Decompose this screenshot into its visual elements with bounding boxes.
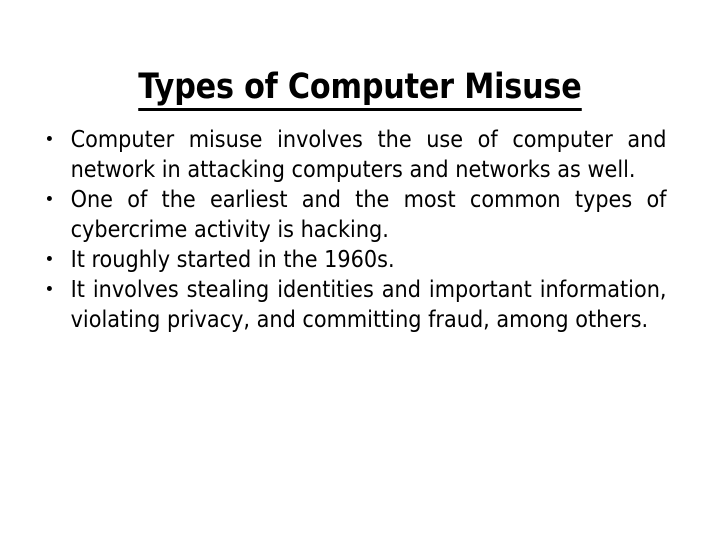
bullet-list: Computer misuse involves the use of comp… (44, 124, 676, 334)
page-title: Types of Computer Misuse (138, 69, 582, 112)
bullet-dot-icon (46, 196, 52, 201)
bullet-dot-icon (46, 286, 52, 291)
list-item: One of the earliest and the most common … (44, 184, 667, 244)
list-item-label: Computer misuse involves the use of comp… (70, 125, 667, 183)
list-item: Computer misuse involves the use of comp… (44, 124, 667, 184)
slide-body: Computer misuse involves the use of comp… (44, 124, 676, 334)
list-item: It roughly started in the 1960s. (44, 244, 667, 274)
list-item-label: It involves stealing identities and impo… (70, 275, 667, 333)
bullet-dot-icon (46, 256, 52, 261)
list-item-label: It roughly started in the 1960s. (70, 245, 395, 273)
list-item: It involves stealing identities and impo… (44, 274, 667, 334)
slide-canvas: Types of Computer Misuse Computer misuse… (0, 0, 720, 540)
bullet-dot-icon (46, 136, 52, 141)
list-item-label: One of the earliest and the most common … (70, 185, 667, 243)
slide-title-container: Types of Computer Misuse (0, 46, 720, 135)
